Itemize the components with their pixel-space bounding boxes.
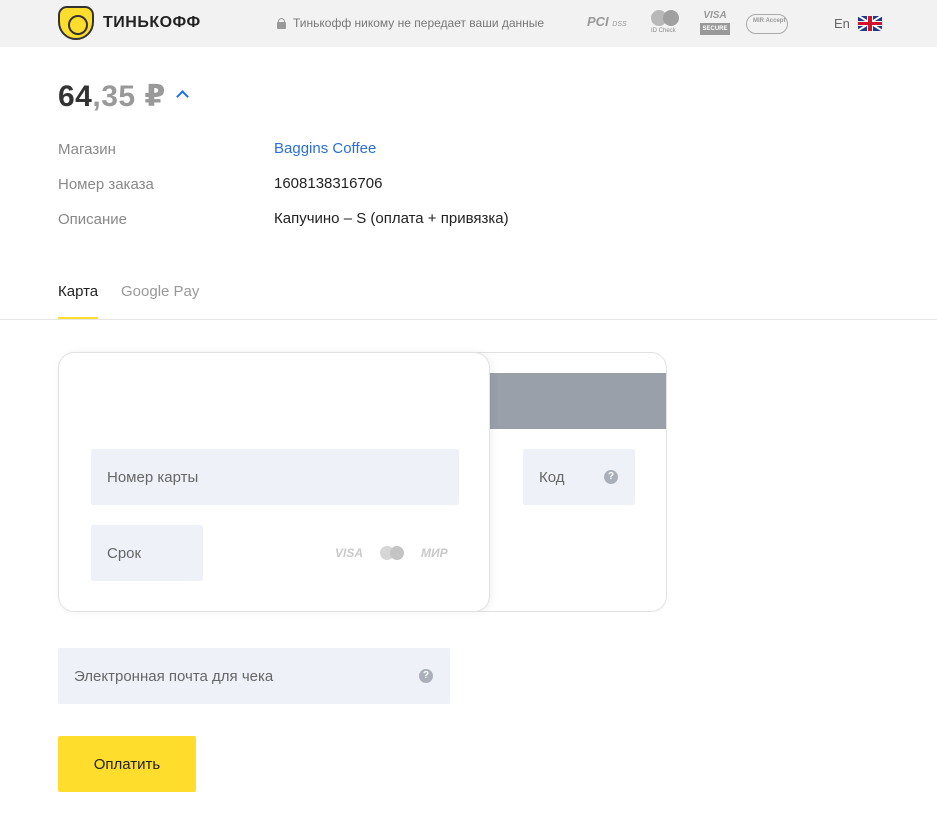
uk-flag-icon[interactable] [858,16,882,31]
description-value: Капучино – S (оплата + привязка) [274,210,509,227]
amount-whole: 64 [58,80,93,113]
tinkoff-logo[interactable]: ТИНЬКОФФ [58,6,201,40]
chevron-up-icon[interactable] [176,88,190,102]
mir-accept-badge: MIR Accept [746,14,788,34]
description-label: Описание [58,211,128,228]
tab-google-pay[interactable]: Google Pay [121,283,199,300]
tinkoff-shield-icon [58,6,94,40]
magnetic-stripe [470,373,666,429]
mastercard-id-check-text: ID Check [651,28,676,34]
tab-card[interactable]: Карта [58,283,98,300]
receipt-email-input[interactable]: Электронная почта для чека [58,648,450,704]
card-expiry-placeholder: Срок [107,544,142,562]
shop-link[interactable]: Baggins Coffee [274,140,376,157]
privacy-note: Тинькофф никому не передает ваши данные [277,16,544,30]
card-expiry-input[interactable]: Срок [91,525,203,581]
card-cvc-input[interactable]: Код [523,449,635,505]
amount-fraction: ,35 ₽ [92,80,166,113]
mastercard-logo-icon [380,546,408,560]
order-number-label: Номер заказа [58,176,154,193]
brand-name: ТИНЬКОФФ [103,14,201,31]
visa-text: VISA [703,10,727,21]
card-number-placeholder: Номер карты [107,468,199,486]
pci-dss-badge: PCI DSS [587,14,627,29]
lock-icon [277,17,286,29]
cvc-help-icon[interactable]: ? [604,470,618,484]
pci-text: PCI [587,14,609,29]
receipt-email-placeholder: Электронная почта для чека [74,667,274,685]
payment-amount: 64,35 ₽ [58,79,166,114]
pci-dss-text: DSS [612,21,627,28]
shop-label: Магазин [58,141,116,158]
visa-logo-icon: VISA [335,546,364,560]
visa-secure-badge: VISA SECURE [700,10,730,35]
pay-button[interactable]: Оплатить [58,736,196,792]
card-cvc-placeholder: Код [539,468,565,486]
tabs-divider [0,319,937,320]
visa-secure-text: SECURE [700,23,730,35]
card-number-input[interactable]: Номер карты [91,449,459,505]
top-bar: ТИНЬКОФФ Тинькофф никому не передает ваш… [0,0,937,47]
mastercard-circle-right [663,10,679,26]
email-help-icon[interactable]: ? [419,669,433,683]
pay-button-label: Оплатить [93,755,161,773]
language-switch[interactable]: En [834,16,850,31]
order-number-value: 1608138316706 [274,175,383,192]
mir-logo-icon: МИР [421,546,448,560]
privacy-text: Тинькофф никому не передает ваши данные [293,16,545,30]
